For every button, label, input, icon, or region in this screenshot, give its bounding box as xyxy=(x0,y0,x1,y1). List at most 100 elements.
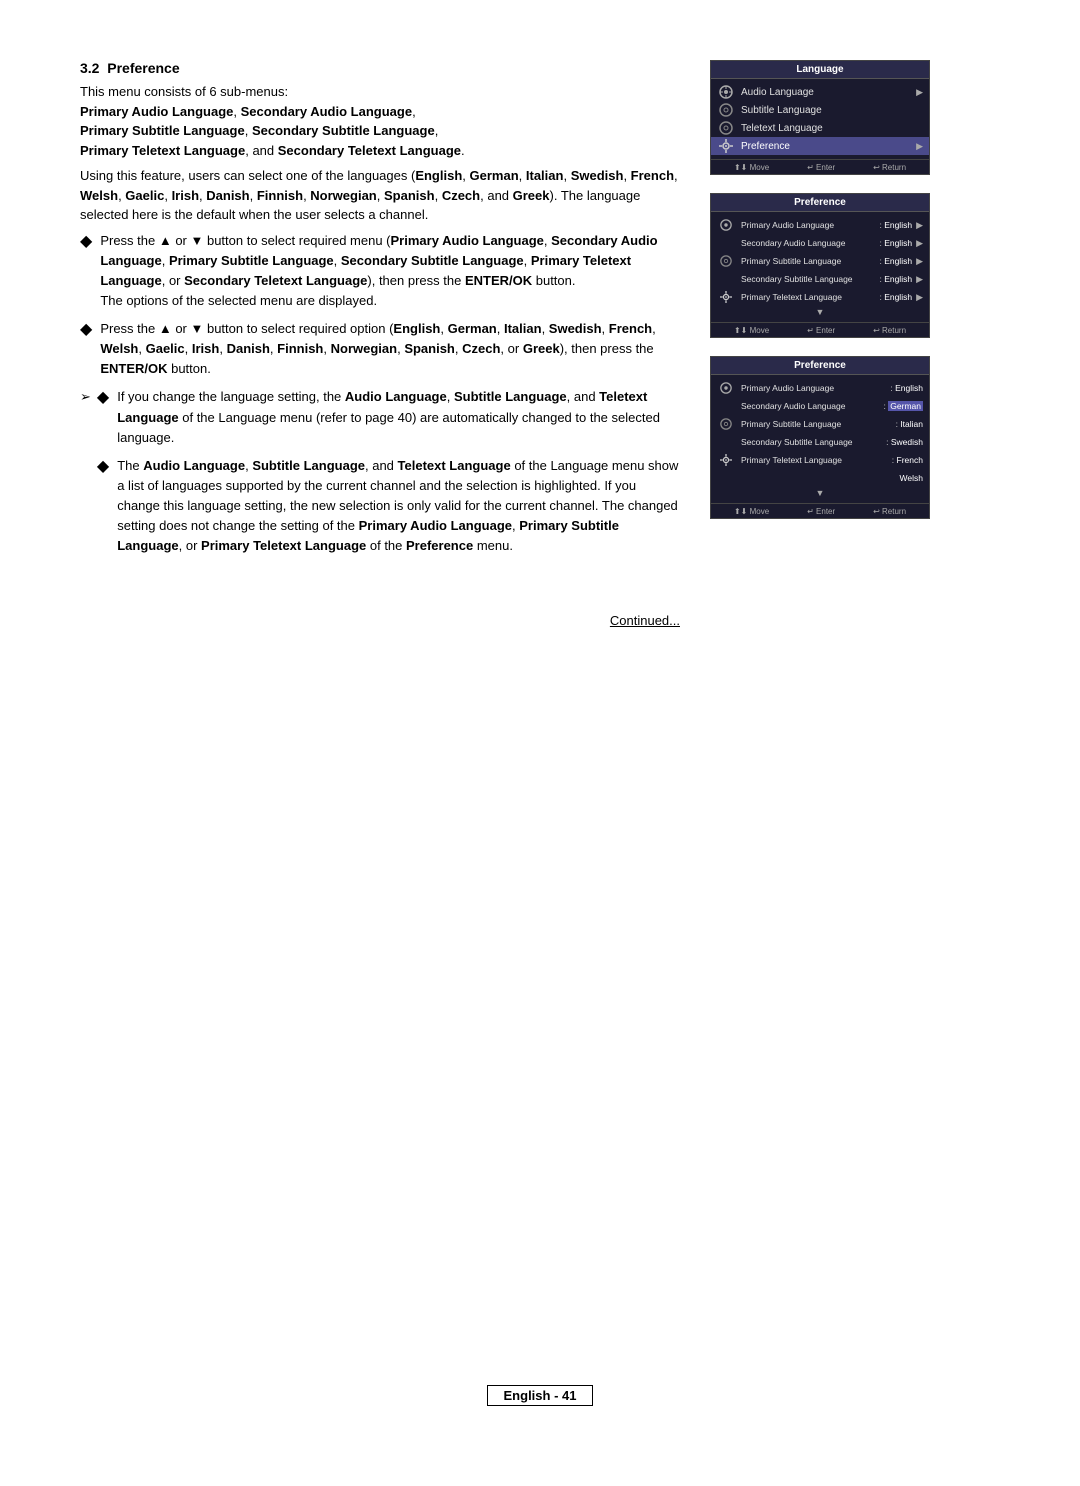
panel2-primary-audio-val: English xyxy=(884,220,912,230)
panel3-title: Preference xyxy=(711,357,929,375)
panel2-secondary-audio-label: Secondary Audio Language xyxy=(741,238,877,248)
panel2-primary-teletext-sep: : xyxy=(877,292,884,302)
tv-panel-preference2: Preference Primary Audio Language : Engl… xyxy=(710,356,930,519)
disc-icon-4 xyxy=(717,417,735,431)
disc-icon-3 xyxy=(717,254,735,268)
panel2-secondary-audio-sep: : xyxy=(877,238,884,248)
panel3-row-2: Secondary Audio Language : German xyxy=(711,397,929,415)
nested-bullet-1: ◆ If you change the language setting, th… xyxy=(97,387,680,447)
left-column: 3.2 Preference This menu consists of 6 s… xyxy=(80,60,680,1355)
gear-icon-2 xyxy=(717,290,735,304)
footer-enter-1: ↵ Enter xyxy=(807,163,835,172)
section-intro: This menu consists of 6 sub-menus: Prima… xyxy=(80,82,680,160)
panel2-primary-audio-arrow: ▶ xyxy=(916,220,923,231)
description-text: Using this feature, users can select one… xyxy=(80,166,680,225)
blank-icon-2 xyxy=(717,272,735,286)
last-bullet-text: The Audio Language, Subtitle Language, a… xyxy=(117,456,680,557)
tv-panel-preference1: Preference Primary Audio Language : Engl… xyxy=(710,193,930,338)
panel1-audio-arrow: ▶ xyxy=(916,87,923,98)
panel2-secondary-subtitle-label: Secondary Subtitle Language xyxy=(741,274,877,284)
panel1-preference-label: Preference xyxy=(741,141,912,152)
panel2-row-3: Primary Subtitle Language : English ▶ xyxy=(711,252,929,270)
panel3-italian-val: Italian xyxy=(900,419,923,429)
panel1-row-teletext: Teletext Language xyxy=(711,119,929,137)
panel2-row-4: Secondary Subtitle Language : English ▶ xyxy=(711,270,929,288)
section-number: 3.2 xyxy=(80,60,99,76)
right-column: Language xyxy=(710,60,940,1355)
footer-enter-3: ↵ Enter xyxy=(807,507,835,516)
section-heading: 3.2 Preference xyxy=(80,60,680,76)
footer-return-3: ↩ Return xyxy=(873,507,906,516)
panel3-row-4: Secondary Subtitle Language : Swedish xyxy=(711,433,929,451)
panel2-row-2: Secondary Audio Language : English ▶ xyxy=(711,234,929,252)
footer-move-1: ⬆⬇ Move xyxy=(734,163,769,172)
panel2-secondary-subtitle-arrow: ▶ xyxy=(916,274,923,285)
blank-icon-5 xyxy=(717,471,735,485)
panel1-footer: ⬆⬇ Move ↵ Enter ↩ Return xyxy=(711,159,929,174)
panel2-primary-teletext-arrow: ▶ xyxy=(916,292,923,303)
panel2-secondary-audio-val: English xyxy=(884,238,912,248)
arrow-note-text: If you change the language setting, the … xyxy=(117,387,680,447)
panel3-down-arrow: ▼ xyxy=(711,487,929,499)
submenus-bold: Primary Audio Language xyxy=(80,104,233,119)
panel3-french-val: French xyxy=(897,455,923,465)
panel3-row-6: Welsh xyxy=(711,469,929,487)
panel1-title: Language xyxy=(711,61,929,79)
panel3-footer: ⬆⬇ Move ↵ Enter ↩ Return xyxy=(711,503,929,518)
secondary-audio: Secondary Audio Language xyxy=(241,104,412,119)
page-number-label: English - 41 xyxy=(504,1388,577,1403)
footer-enter-2: ↵ Enter xyxy=(807,326,835,335)
panel3-sep2: : xyxy=(881,401,888,411)
panel1-row-preference: Preference ▶ xyxy=(711,137,929,155)
panel3-row-3: Primary Subtitle Language : Italian xyxy=(711,415,929,433)
disc-icon-2 xyxy=(717,121,735,135)
panel3-secondary-audio-label: Secondary Audio Language xyxy=(741,401,881,411)
blank-icon-1 xyxy=(717,236,735,250)
panel2-row-5: Primary Teletext Language : English ▶ xyxy=(711,288,929,306)
diamond-icon-4: ◆ xyxy=(97,455,109,480)
secondary-subtitle: Secondary Subtitle Language xyxy=(252,123,435,138)
gear-icon-3 xyxy=(717,453,735,467)
panel3-sep5: : xyxy=(889,455,896,465)
panel2-secondary-audio-arrow: ▶ xyxy=(916,238,923,249)
footer-return-1: ↩ Return xyxy=(873,163,906,172)
arrow-note-content: ◆ If you change the language setting, th… xyxy=(97,387,680,564)
continued-label: Continued... xyxy=(610,613,680,628)
page-number-box: English - 41 xyxy=(487,1385,594,1406)
panel2-primary-audio-sep: : xyxy=(877,220,884,230)
panel1-row-subtitle: Subtitle Language xyxy=(711,101,929,119)
panel2-secondary-subtitle-sep: : xyxy=(877,274,884,284)
panel2-primary-subtitle-label: Primary Subtitle Language xyxy=(741,256,877,266)
satellite-icon-1 xyxy=(717,85,735,99)
panel1-preference-arrow: ▶ xyxy=(916,141,923,152)
nested-bullet-2: ◆ The Audio Language, Subtitle Language,… xyxy=(97,456,680,557)
panel2-primary-audio-label: Primary Audio Language xyxy=(741,220,877,230)
panel3-primary-teletext-label: Primary Teletext Language xyxy=(741,455,889,465)
footer-return-2: ↩ Return xyxy=(873,326,906,335)
panel2-down-arrow: ▼ xyxy=(711,306,929,318)
intro-text: This menu consists of 6 sub-menus: xyxy=(80,84,288,99)
diamond-icon-1: ◆ xyxy=(80,230,92,255)
panel2-title: Preference xyxy=(711,194,929,212)
bullet-text-2: Press the ▲ or ▼ button to select requir… xyxy=(100,319,680,379)
panel2-primary-teletext-label: Primary Teletext Language xyxy=(741,292,877,302)
panel3-primary-subtitle-label: Primary Subtitle Language xyxy=(741,419,893,429)
panel2-primary-subtitle-val: English xyxy=(884,256,912,266)
primary-subtitle: Primary Subtitle Language xyxy=(80,123,245,138)
panel3-sep1: : xyxy=(888,383,895,393)
panel2-body: Primary Audio Language : English ▶ Secon… xyxy=(711,212,929,322)
diamond-icon-2: ◆ xyxy=(80,318,92,343)
content-area: 3.2 Preference This menu consists of 6 s… xyxy=(80,60,1000,1355)
panel3-german-val: German xyxy=(888,401,923,411)
arrow-prefix: ➢ xyxy=(80,387,91,407)
tv-panel-language: Language xyxy=(710,60,930,175)
satellite-icon-3 xyxy=(717,381,735,395)
panel2-primary-teletext-val: English xyxy=(884,292,912,302)
panel2-primary-subtitle-arrow: ▶ xyxy=(916,256,923,267)
page-footer: English - 41 xyxy=(80,1385,1000,1406)
disc-icon-1 xyxy=(717,103,735,117)
gear-icon-1 xyxy=(717,139,735,153)
panel3-secondary-subtitle-label: Secondary Subtitle Language xyxy=(741,437,884,447)
bullet-list: ◆ Press the ▲ or ▼ button to select requ… xyxy=(80,231,680,380)
panel1-body: Audio Language ▶ Subtitle Language xyxy=(711,79,929,159)
